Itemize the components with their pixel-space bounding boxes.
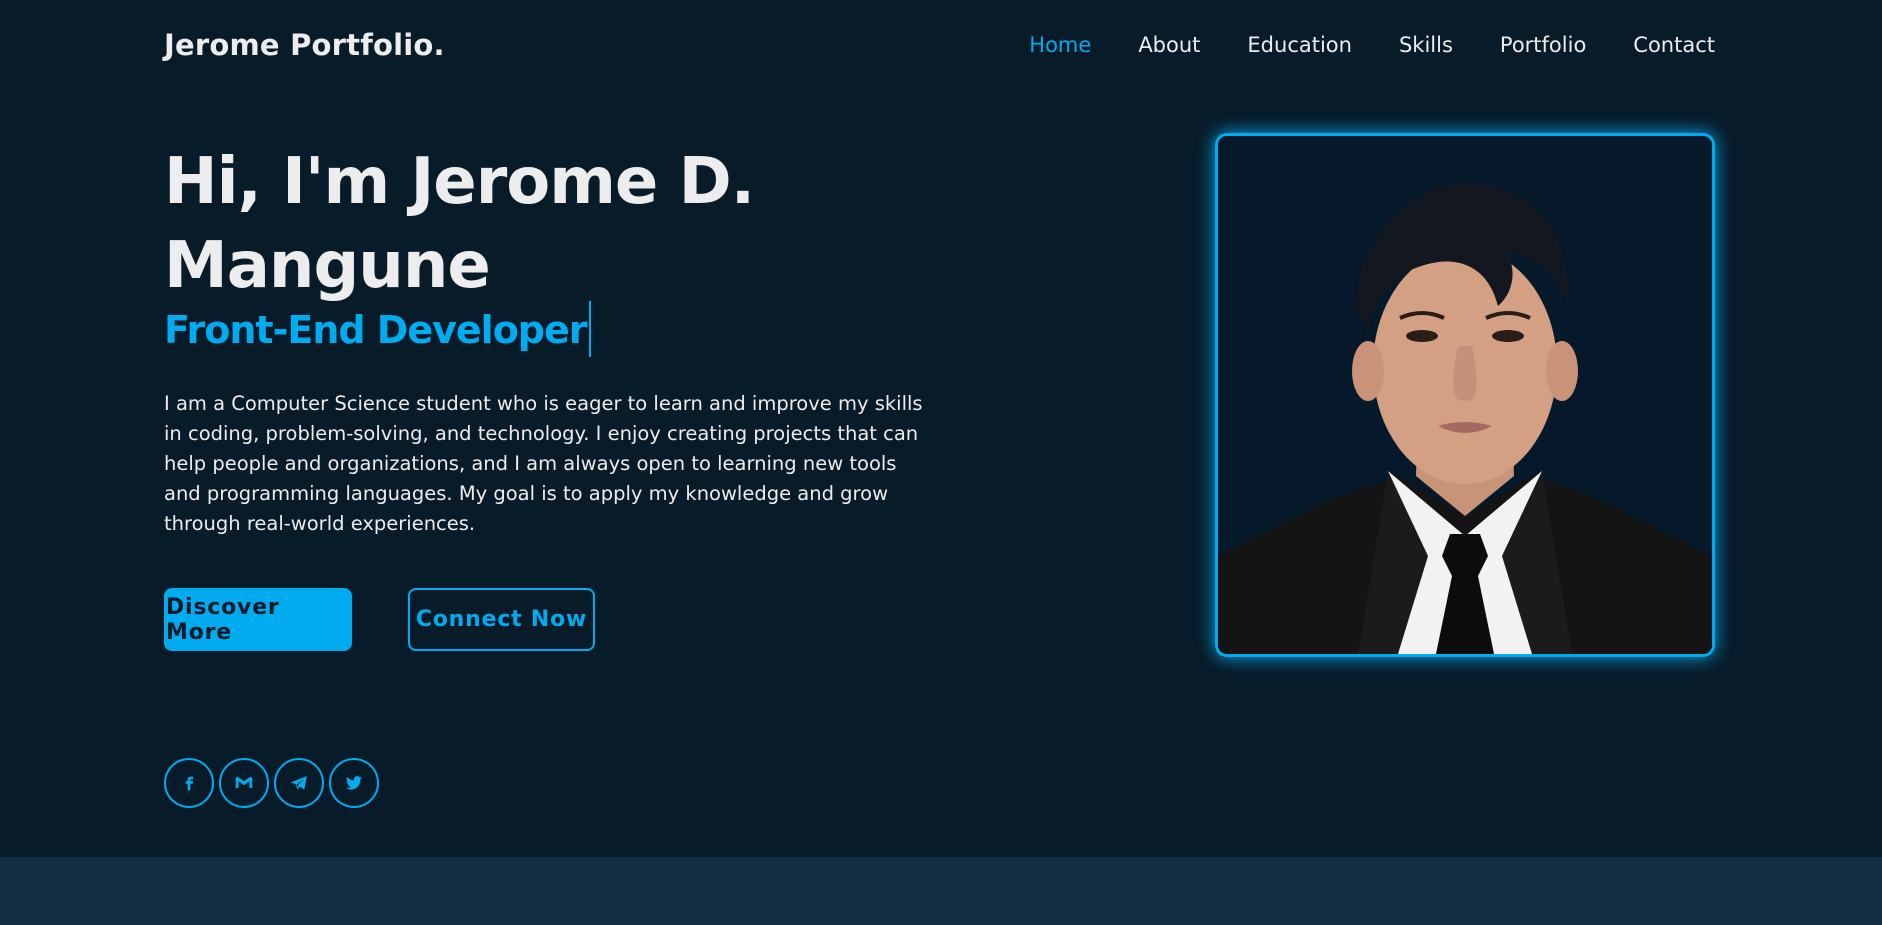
facebook-link[interactable] bbox=[164, 758, 214, 808]
site-logo[interactable]: Jerome Portfolio. bbox=[164, 28, 445, 62]
hero-role-text: Front-End Developer bbox=[164, 308, 588, 352]
nav-education[interactable]: Education bbox=[1247, 33, 1352, 57]
telegram-icon bbox=[290, 776, 307, 790]
twitter-icon bbox=[345, 776, 363, 790]
hero-title-line2: Mangune bbox=[164, 229, 491, 303]
site-header: Jerome Portfolio. Home About Education S… bbox=[0, 0, 1882, 96]
nav-skills[interactable]: Skills bbox=[1399, 33, 1453, 57]
nav-portfolio[interactable]: Portfolio bbox=[1500, 33, 1586, 57]
typing-caret bbox=[588, 300, 591, 357]
nav-home[interactable]: Home bbox=[1029, 33, 1091, 57]
connect-now-button[interactable]: Connect Now bbox=[408, 588, 595, 651]
page: Jerome Portfolio. Home About Education S… bbox=[0, 0, 1882, 925]
social-links bbox=[164, 758, 379, 808]
profile-photo bbox=[1218, 136, 1712, 654]
hero-role: Front-End Developer bbox=[164, 300, 591, 357]
twitter-link[interactable] bbox=[329, 758, 379, 808]
nav-contact[interactable]: Contact bbox=[1633, 33, 1715, 57]
facebook-icon bbox=[185, 776, 194, 791]
hero-title-line1: Hi, I'm Jerome D. bbox=[164, 145, 755, 219]
hero-description: I am a Computer Science student who is e… bbox=[164, 392, 923, 535]
gmail-link[interactable] bbox=[219, 758, 269, 808]
telegram-link[interactable] bbox=[274, 758, 324, 808]
profile-photo-frame bbox=[1215, 133, 1715, 657]
next-section-band bbox=[0, 857, 1882, 925]
main-nav: Home About Education Skills Portfolio Co… bbox=[982, 33, 1715, 57]
discover-more-button[interactable]: Discover More bbox=[164, 588, 352, 651]
nav-about[interactable]: About bbox=[1138, 33, 1200, 57]
hero-title: Hi, I'm Jerome D. Mangune bbox=[164, 140, 784, 308]
gmail-icon bbox=[235, 776, 253, 789]
